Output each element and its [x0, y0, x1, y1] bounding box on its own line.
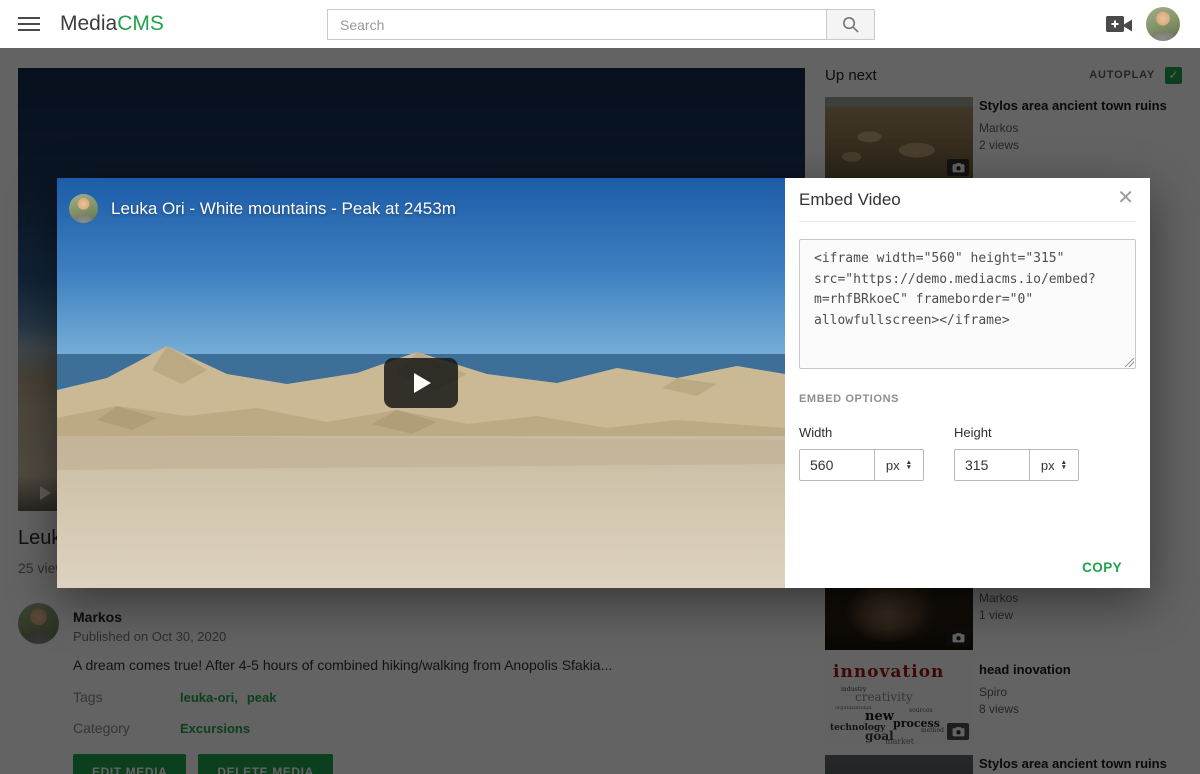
search-bar: [327, 9, 875, 40]
width-input[interactable]: [799, 449, 875, 481]
width-label: Width: [799, 425, 924, 440]
spinner-icon[interactable]: ▲▼: [906, 460, 912, 471]
embed-code-textarea[interactable]: <iframe width="560" height="315" src="ht…: [799, 239, 1136, 369]
height-unit-select[interactable]: px ▲▼: [1030, 449, 1079, 481]
preview-title-bar: Leuka Ori - White mountains - Peak at 24…: [69, 194, 456, 223]
width-option: Width px ▲▼: [799, 425, 924, 481]
logo-media: Media: [60, 12, 117, 35]
user-avatar[interactable]: [1146, 7, 1180, 41]
modal-title: Embed Video: [799, 190, 901, 210]
preview-play-button[interactable]: [384, 358, 458, 408]
upload-media-icon[interactable]: [1106, 15, 1132, 33]
logo[interactable]: MediaCMS: [60, 12, 164, 36]
embed-options-label: EMBED OPTIONS: [799, 393, 1136, 405]
copy-button[interactable]: COPY: [1082, 560, 1122, 575]
header-actions: [1106, 0, 1180, 48]
height-option: Height px ▲▼: [954, 425, 1079, 481]
menu-icon[interactable]: [18, 13, 40, 35]
search-input[interactable]: [327, 9, 826, 40]
preview-video-title: Leuka Ori - White mountains - Peak at 24…: [111, 199, 456, 219]
logo-cms: CMS: [117, 12, 164, 35]
embed-panel: Embed Video ✕ <iframe width="560" height…: [785, 178, 1150, 588]
close-icon[interactable]: ✕: [1117, 188, 1134, 208]
embed-video-modal: Leuka Ori - White mountains - Peak at 24…: [57, 178, 1150, 588]
height-input[interactable]: [954, 449, 1030, 481]
mediacms-app: MediaCMS Leuka Ori - White mountains - P…: [0, 0, 1200, 774]
embed-preview-player[interactable]: Leuka Ori - White mountains - Peak at 24…: [57, 178, 785, 588]
search-button[interactable]: [826, 9, 875, 40]
height-label: Height: [954, 425, 1079, 440]
spinner-icon[interactable]: ▲▼: [1061, 460, 1067, 471]
search-icon: [841, 15, 860, 34]
app-header: MediaCMS: [0, 0, 1200, 48]
width-unit-select[interactable]: px ▲▼: [875, 449, 924, 481]
preview-author-avatar[interactable]: [69, 194, 98, 223]
